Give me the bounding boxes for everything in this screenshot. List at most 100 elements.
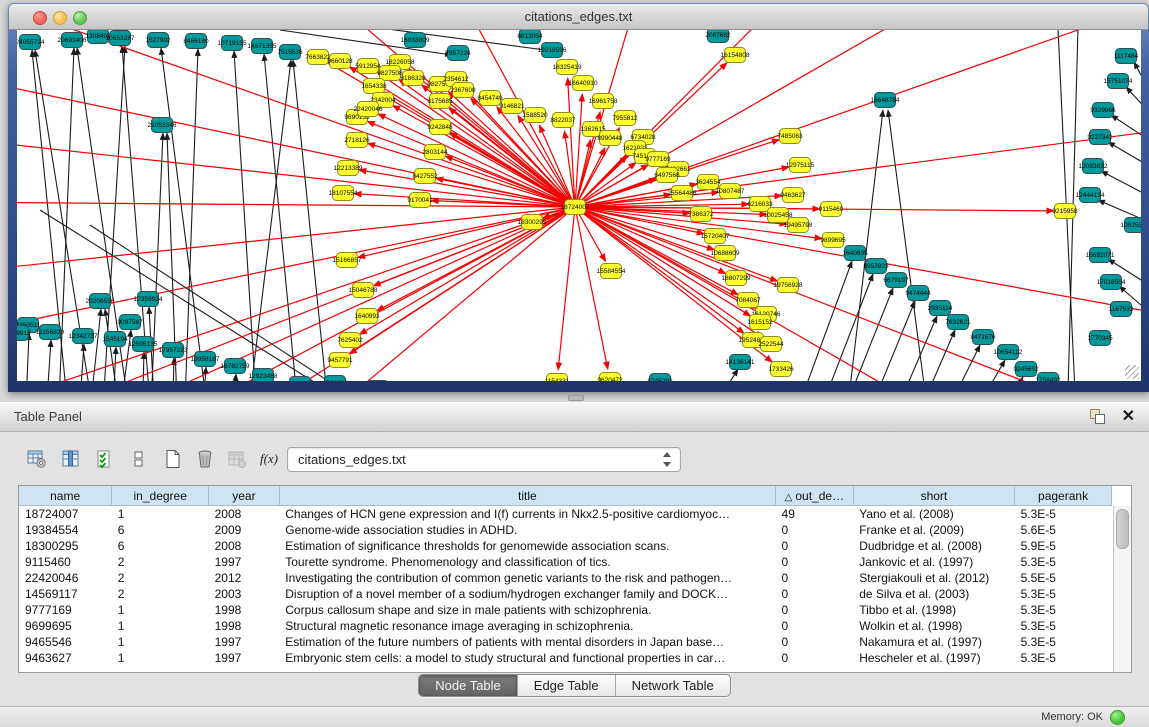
table-cell[interactable]: 2003 bbox=[209, 586, 280, 602]
table-cell[interactable]: Embryonic stem cells: a model to study s… bbox=[279, 650, 775, 666]
table-cell[interactable]: 0 bbox=[776, 570, 854, 586]
splitter-handle-icon[interactable] bbox=[568, 395, 584, 401]
table-cell[interactable]: 0 bbox=[776, 618, 854, 634]
table-cell[interactable]: Franke et al. (2009) bbox=[853, 522, 1014, 538]
import-table-icon[interactable] bbox=[224, 446, 250, 472]
table-cell[interactable]: Investigating the contribution of common… bbox=[279, 570, 775, 586]
attribute-table[interactable]: namein_degreeyeartitle△out_de…shortpager… bbox=[18, 485, 1132, 673]
cells-icon[interactable] bbox=[126, 446, 152, 472]
float-panel-icon[interactable] bbox=[1089, 408, 1105, 424]
table-cell[interactable]: Nakamura et al. (1997) bbox=[853, 634, 1014, 650]
table-header-row[interactable]: namein_degreeyeartitle△out_de…shortpager… bbox=[19, 486, 1112, 506]
table-cell[interactable]: 0 bbox=[776, 554, 854, 570]
network-graph[interactable]: 2405572420691406130849210653287152790284… bbox=[17, 30, 1141, 381]
table-cell[interactable]: 1 bbox=[112, 506, 209, 523]
table-cell[interactable]: 9115460 bbox=[19, 554, 112, 570]
table-cell[interactable]: 14569117 bbox=[19, 586, 112, 602]
table-cell[interactable]: 5.3E-5 bbox=[1015, 618, 1112, 634]
table-cell[interactable]: 1 bbox=[112, 602, 209, 618]
table-cell[interactable]: 49 bbox=[776, 506, 854, 523]
table-cell[interactable]: 18300295 bbox=[19, 538, 112, 554]
table-scrollbar[interactable] bbox=[1113, 506, 1131, 672]
table-cell[interactable]: 0 bbox=[776, 522, 854, 538]
column-header[interactable]: short bbox=[853, 486, 1014, 506]
table-cell[interactable]: Stergiakouli et al. (2012) bbox=[853, 570, 1014, 586]
row-select-icon[interactable] bbox=[92, 446, 118, 472]
tab-node-table[interactable]: Node Table bbox=[419, 675, 518, 696]
table-cell[interactable]: 2 bbox=[112, 570, 209, 586]
column-header[interactable]: pagerank bbox=[1015, 486, 1112, 506]
table-cell[interactable]: Hescheler et al. (1997) bbox=[853, 650, 1014, 666]
table-cell[interactable]: 18724007 bbox=[19, 506, 112, 523]
table-cell[interactable]: 2012 bbox=[209, 570, 280, 586]
table-cell[interactable]: 5.3E-5 bbox=[1015, 650, 1112, 666]
column-header[interactable]: △out_de… bbox=[776, 486, 854, 506]
table-row[interactable]: 1830029562008Estimation of significance … bbox=[19, 538, 1112, 554]
table-cell[interactable]: 5.3E-5 bbox=[1015, 602, 1112, 618]
table-cell[interactable]: 0 bbox=[776, 650, 854, 666]
table-cell[interactable]: 0 bbox=[776, 538, 854, 554]
table-row[interactable]: 946362711997Embryonic stem cells: a mode… bbox=[19, 650, 1112, 666]
table-selector-dropdown[interactable]: citations_edges.txt bbox=[287, 447, 681, 472]
table-cell[interactable]: 0 bbox=[776, 634, 854, 650]
table-cell[interactable]: 1998 bbox=[209, 618, 280, 634]
show-columns-icon[interactable] bbox=[58, 446, 84, 472]
table-cell[interactable]: Disruption of a novel member of a sodium… bbox=[279, 586, 775, 602]
table-cell[interactable]: 22420046 bbox=[19, 570, 112, 586]
table-cell[interactable]: Structural magnetic resonance image aver… bbox=[279, 618, 775, 634]
table-cell[interactable]: 1 bbox=[112, 650, 209, 666]
delete-icon[interactable] bbox=[192, 446, 218, 472]
table-cell[interactable]: 1997 bbox=[209, 650, 280, 666]
table-cell[interactable]: 19384554 bbox=[19, 522, 112, 538]
table-cell[interactable]: 6 bbox=[112, 522, 209, 538]
table-cell[interactable]: Estimation of significance thresholds fo… bbox=[279, 538, 775, 554]
graph-node[interactable] bbox=[368, 381, 389, 382]
network-window[interactable]: citations_edges.txt 24055724206914061308… bbox=[8, 3, 1149, 392]
table-cell[interactable]: Genome-wide association studies in ADHD. bbox=[279, 522, 775, 538]
table-cell[interactable]: de Silva et al. (2003) bbox=[853, 586, 1014, 602]
table-cell[interactable]: Tourette syndrome. Phenomenology and cla… bbox=[279, 554, 775, 570]
table-cell[interactable]: 0 bbox=[776, 602, 854, 618]
table-cell[interactable]: 2008 bbox=[209, 506, 280, 523]
table-cell[interactable]: 5.3E-5 bbox=[1015, 506, 1112, 523]
table-cell[interactable]: Tibbo et al. (1998) bbox=[853, 602, 1014, 618]
table-cell[interactable]: Dudbridge et al. (2008) bbox=[853, 538, 1014, 554]
network-canvas[interactable]: 2405572420691406130849210653287152790284… bbox=[17, 30, 1141, 381]
table-cell[interactable]: 1 bbox=[112, 634, 209, 650]
table-row[interactable]: 977716911998Corpus callosum shape and si… bbox=[19, 602, 1112, 618]
table-row[interactable]: 2242004622012Investigating the contribut… bbox=[19, 570, 1112, 586]
table-cell[interactable]: 2 bbox=[112, 586, 209, 602]
table-row[interactable]: 911546021997Tourette syndrome. Phenomeno… bbox=[19, 554, 1112, 570]
table-row[interactable]: 1872400712008Changes of HCN gene express… bbox=[19, 506, 1112, 523]
function-icon[interactable]: f(x) bbox=[256, 446, 282, 472]
table-cell[interactable]: Corpus callosum shape and size in male p… bbox=[279, 602, 775, 618]
table-cell[interactable]: 9463627 bbox=[19, 650, 112, 666]
table-cell[interactable]: Changes of HCN gene expression and I(f) … bbox=[279, 506, 775, 523]
table-cell[interactable]: 0 bbox=[776, 586, 854, 602]
column-header[interactable]: year bbox=[209, 486, 280, 506]
table-cell[interactable]: 9465546 bbox=[19, 634, 112, 650]
table-settings-icon[interactable] bbox=[24, 446, 50, 472]
table-cell[interactable]: 5.9E-5 bbox=[1015, 538, 1112, 554]
table-cell[interactable]: 5.3E-5 bbox=[1015, 634, 1112, 650]
table-cell[interactable]: 5.6E-5 bbox=[1015, 522, 1112, 538]
table-cell[interactable]: 1 bbox=[112, 618, 209, 634]
table-cell[interactable]: 6 bbox=[112, 538, 209, 554]
table-cell[interactable]: 1998 bbox=[209, 602, 280, 618]
table-cell[interactable]: 1997 bbox=[209, 634, 280, 650]
table-cell[interactable]: Estimation of the future numbers of pati… bbox=[279, 634, 775, 650]
tab-network-table[interactable]: Network Table bbox=[616, 675, 730, 696]
table-cell[interactable]: 5.3E-5 bbox=[1015, 586, 1112, 602]
network-window-titlebar[interactable]: citations_edges.txt bbox=[9, 4, 1148, 30]
panel-splitter[interactable] bbox=[0, 392, 1149, 402]
table-scrollbar-thumb[interactable] bbox=[1116, 509, 1129, 549]
table-cell[interactable]: Yano et al. (2008) bbox=[853, 506, 1014, 523]
table-cell[interactable]: Wolkin et al. (1998) bbox=[853, 618, 1014, 634]
table-cell[interactable]: 2008 bbox=[209, 538, 280, 554]
column-header[interactable]: title bbox=[279, 486, 775, 506]
table-row[interactable]: 1456911722003Disruption of a novel membe… bbox=[19, 586, 1112, 602]
window-resize-grip[interactable] bbox=[1125, 365, 1139, 379]
table-cell[interactable]: 5.5E-5 bbox=[1015, 570, 1112, 586]
tab-edge-table[interactable]: Edge Table bbox=[518, 675, 616, 696]
table-row[interactable]: 946554611997Estimation of the future num… bbox=[19, 634, 1112, 650]
